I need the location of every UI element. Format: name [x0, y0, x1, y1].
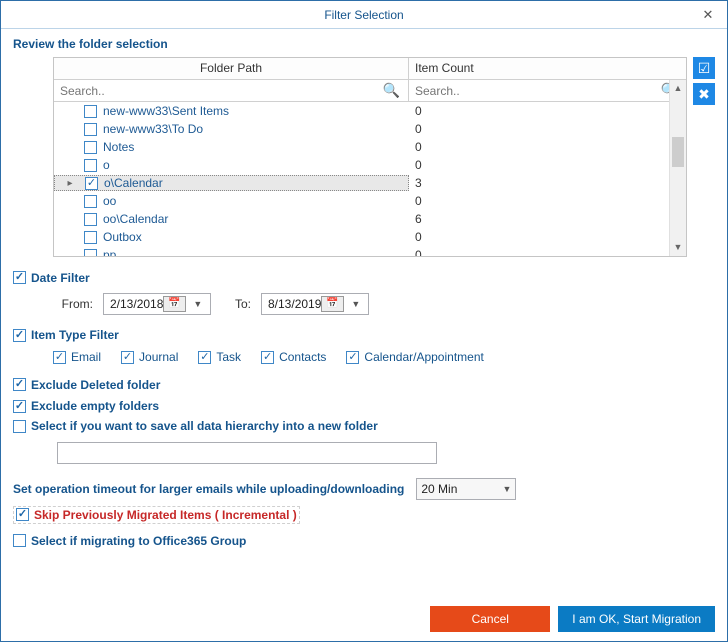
scroll-up-icon[interactable]: ▲	[670, 80, 686, 97]
table-row[interactable]: new-www33\To Do 0	[54, 120, 686, 138]
search-count-input[interactable]	[413, 83, 657, 99]
chevron-down-icon[interactable]: ▼	[502, 484, 511, 494]
search-count-wrap: 🔍	[409, 80, 686, 101]
folder-path-label: new-www33\To Do	[103, 122, 203, 136]
item-count-value: 0	[409, 140, 686, 154]
table-row[interactable]: new-www33\Sent Items 0	[54, 102, 686, 120]
start-migration-button[interactable]: I am OK, Start Migration	[558, 606, 715, 632]
select-all-button[interactable]: ☑	[693, 57, 715, 79]
folder-path-label: o	[103, 158, 110, 172]
to-label: To:	[221, 297, 251, 311]
row-checkbox[interactable]	[84, 195, 97, 208]
item-count-value: 0	[409, 230, 686, 244]
review-heading: Review the folder selection	[13, 37, 715, 51]
window-title: Filter Selection	[324, 8, 403, 22]
row-checkbox[interactable]	[84, 231, 97, 244]
dialog-footer: Cancel I am OK, Start Migration	[1, 597, 727, 641]
from-date-field[interactable]: 2/13/2018 📅 ▼	[103, 293, 211, 315]
folder-path-label: new-www33\Sent Items	[103, 104, 229, 118]
row-checkbox[interactable]	[84, 141, 97, 154]
email-checkbox[interactable]: Email	[53, 350, 101, 364]
table-row[interactable]: pp 0	[54, 246, 686, 256]
timeout-select[interactable]: 20 Min ▼	[416, 478, 516, 500]
from-label: From:	[53, 297, 93, 311]
scroll-down-icon[interactable]: ▼	[670, 239, 686, 256]
task-checkbox[interactable]: Task	[198, 350, 241, 364]
contacts-checkbox[interactable]: Contacts	[261, 350, 326, 364]
journal-checkbox[interactable]: Journal	[121, 350, 178, 364]
col-item-count[interactable]: Item Count	[409, 58, 686, 79]
date-filter-checkbox[interactable]: Date Filter	[13, 271, 90, 285]
calendar-checkbox[interactable]: Calendar/Appointment	[346, 350, 483, 364]
calendar-icon[interactable]: 📅	[163, 296, 185, 312]
table-row[interactable]: Outbox 0	[54, 228, 686, 246]
exclude-deleted-checkbox[interactable]: Exclude Deleted folder	[13, 378, 160, 392]
search-icon[interactable]: 🔍	[379, 82, 404, 99]
row-checkbox[interactable]	[84, 159, 97, 172]
folder-path-label: Outbox	[103, 230, 142, 244]
item-count-value: 0	[409, 104, 686, 118]
row-checkbox[interactable]	[85, 177, 98, 190]
folder-path-label: oo	[103, 194, 116, 208]
item-count-value: 3	[409, 176, 686, 190]
table-row[interactable]: oo 0	[54, 192, 686, 210]
cancel-button[interactable]: Cancel	[430, 606, 550, 632]
table-row[interactable]: ▸ o\Calendar 3	[54, 174, 686, 192]
grid-body: new-www33\Sent Items0new-www33\To Do0Not…	[54, 102, 686, 256]
row-checkbox[interactable]	[84, 105, 97, 118]
titlebar: Filter Selection ✕	[1, 1, 727, 29]
skip-migrated-checkbox[interactable]: Skip Previously Migrated Items ( Increme…	[13, 506, 300, 524]
table-row[interactable]: Notes 0	[54, 138, 686, 156]
table-row[interactable]: o0	[54, 156, 686, 174]
hierarchy-folder-input[interactable]	[57, 442, 437, 464]
chevron-down-icon[interactable]: ▼	[346, 299, 366, 309]
grid-header: Folder Path Item Count	[54, 58, 686, 80]
item-count-value: 0	[409, 248, 686, 256]
item-type-filter-checkbox[interactable]: Item Type Filter	[13, 328, 119, 342]
to-date-field[interactable]: 8/13/2019 📅 ▼	[261, 293, 369, 315]
chevron-down-icon[interactable]: ▼	[188, 299, 208, 309]
filter-selection-dialog: Filter Selection ✕ Review the folder sel…	[0, 0, 728, 642]
item-count-value: 6	[409, 212, 686, 226]
col-folder-path[interactable]: Folder Path	[54, 58, 409, 79]
folder-grid: Folder Path Item Count 🔍 🔍 new-www33\Sen…	[53, 57, 687, 257]
save-hierarchy-checkbox[interactable]: Select if you want to save all data hier…	[13, 419, 378, 433]
item-count-value: 0	[409, 122, 686, 136]
o365-group-checkbox[interactable]: Select if migrating to Office365 Group	[13, 534, 246, 548]
exclude-empty-checkbox[interactable]: Exclude empty folders	[13, 399, 159, 413]
item-count-value: 0	[409, 158, 686, 172]
folder-path-label: Notes	[103, 140, 134, 154]
item-count-value: 0	[409, 194, 686, 208]
row-checkbox[interactable]	[84, 213, 97, 226]
folder-path-label: oo\Calendar	[103, 212, 168, 226]
table-row[interactable]: oo\Calendar 6	[54, 210, 686, 228]
grid-scrollbar[interactable]: ▲ ▼	[669, 80, 686, 256]
search-path-input[interactable]	[58, 83, 379, 99]
expand-arrow-icon[interactable]: ▸	[64, 178, 76, 189]
clear-all-button[interactable]: ✖	[693, 83, 715, 105]
calendar-icon[interactable]: 📅	[321, 296, 343, 312]
folder-path-label: o\Calendar	[104, 176, 163, 190]
timeout-label: Set operation timeout for larger emails …	[13, 482, 404, 496]
row-checkbox[interactable]	[84, 249, 97, 257]
folder-path-label: pp	[103, 248, 116, 256]
close-icon[interactable]: ✕	[695, 5, 721, 25]
search-path-wrap: 🔍	[54, 80, 409, 101]
row-checkbox[interactable]	[84, 123, 97, 136]
